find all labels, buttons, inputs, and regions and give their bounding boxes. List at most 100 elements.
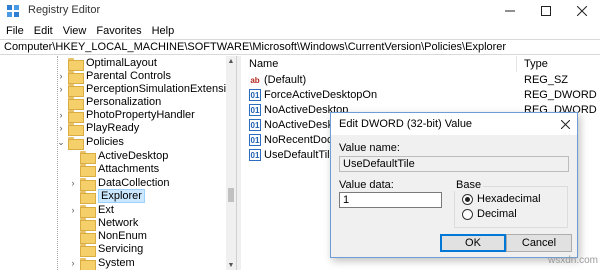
tree-item-policies[interactable]: ⌄ Policies	[57, 135, 124, 150]
tree-item-ext[interactable]: › Ext	[72, 203, 114, 218]
chevron-right-icon[interactable]: ›	[56, 69, 66, 83]
tree-item-activedesktop[interactable]: ActiveDesktop	[80, 149, 169, 164]
radio-unselected-icon[interactable]	[462, 208, 473, 220]
folder-icon	[68, 109, 84, 123]
menu-view[interactable]: View	[58, 25, 92, 37]
tree-item-datacollection[interactable]: › DataCollection	[72, 176, 170, 191]
dword-value-icon: 01	[249, 89, 261, 101]
dword-value-icon: 01	[249, 119, 261, 131]
value-data-label: Value data:	[339, 179, 394, 191]
folder-icon	[68, 136, 84, 150]
tree-scrollbar[interactable]: ▲ ▼	[226, 56, 236, 270]
value-row[interactable]: 01 ForceActiveDesktopOn REG_DWORD	[241, 87, 600, 103]
base-group-label: Base	[454, 179, 484, 191]
tree-item-label: Policies	[86, 136, 124, 148]
chevron-right-icon[interactable]: ›	[68, 176, 78, 190]
tree-item-system[interactable]: › System	[72, 256, 135, 270]
chevron-right-icon[interactable]: ›	[68, 256, 78, 270]
window-title: Registry Editor	[28, 4, 101, 16]
tree-item-label: PerceptionSimulationExtensions	[86, 83, 236, 95]
value-name: (Default)	[264, 74, 307, 86]
cancel-button[interactable]: Cancel	[506, 234, 572, 252]
menu-file[interactable]: File	[0, 25, 29, 37]
chevron-right-icon[interactable]: ›	[56, 82, 66, 96]
folder-icon	[80, 204, 96, 218]
menu-favorites[interactable]: Favorites	[91, 25, 146, 37]
key-tree: OptimalLayout › Parental Controls › Perc…	[0, 56, 236, 270]
tree-item-label: PlayReady	[86, 122, 140, 134]
registry-editor-icon	[7, 5, 19, 17]
folder-icon	[68, 83, 84, 97]
tree-item-nonenum[interactable]: NonEnum	[80, 229, 147, 244]
tree-item-label: NonEnum	[98, 230, 147, 242]
dword-value-icon: 01	[249, 104, 261, 116]
menu-bar: File Edit View Favorites Help	[0, 23, 600, 39]
minimize-button[interactable]	[492, 0, 528, 22]
tree-item-label: Attachments	[98, 163, 160, 175]
tree-item-parental-controls[interactable]: › Parental Controls	[60, 69, 171, 84]
chevron-right-icon[interactable]: ›	[56, 108, 66, 122]
scroll-down-arrow-icon[interactable]: ▼	[226, 260, 236, 270]
value-row[interactable]: ab (Default) REG_SZ	[241, 72, 600, 88]
dword-value-icon: 01	[249, 134, 261, 146]
folder-icon	[68, 57, 84, 71]
tree-item-explorer[interactable]: Explorer	[80, 189, 145, 204]
close-button[interactable]	[564, 0, 600, 22]
tree-item-label: Explorer	[98, 189, 145, 203]
title-bar: Registry Editor	[0, 0, 600, 22]
tree-item-optimallayout[interactable]: OptimalLayout	[68, 56, 157, 71]
menu-edit[interactable]: Edit	[29, 25, 58, 37]
chevron-down-icon[interactable]: ⌄	[56, 135, 66, 149]
value-name: UseDefaultTile	[264, 149, 336, 161]
folder-icon	[80, 243, 96, 257]
folder-icon	[68, 122, 84, 136]
folder-icon	[80, 177, 96, 191]
tree-item-photopropertyhandler[interactable]: › PhotoPropertyHandler	[60, 108, 195, 123]
folder-icon	[80, 217, 96, 231]
watermark: wsxdn.com	[548, 255, 599, 266]
value-type: REG_DWORD	[524, 89, 597, 101]
column-header-name[interactable]: Name	[249, 58, 278, 70]
tree-item-perceptionsimulationextensions[interactable]: › PerceptionSimulationExtensions	[60, 82, 236, 97]
menu-help[interactable]: Help	[147, 25, 180, 37]
tree-item-label: System	[98, 257, 135, 269]
value-type: REG_SZ	[524, 74, 569, 86]
tree-item-label: Parental Controls	[86, 70, 171, 82]
folder-icon	[80, 163, 96, 177]
radio-decimal[interactable]: Decimal	[462, 207, 517, 221]
tree-item-personalization[interactable]: Personalization	[68, 95, 162, 110]
tree-item-label: ActiveDesktop	[98, 150, 169, 162]
column-divider[interactable]	[516, 56, 517, 72]
ok-button[interactable]: OK	[440, 234, 506, 252]
tree-scrollbar-thumb[interactable]	[228, 188, 234, 202]
column-header-type[interactable]: Type	[524, 58, 548, 70]
folder-icon	[80, 230, 96, 244]
values-list-header: Name Type	[241, 56, 600, 72]
chevron-right-icon[interactable]: ›	[68, 203, 78, 217]
tree-item-servicing[interactable]: Servicing	[80, 242, 144, 257]
radio-hexadecimal[interactable]: Hexadecimal	[462, 192, 541, 206]
tree-item-label: Network	[98, 217, 139, 229]
tree-item-label: OptimalLayout	[86, 57, 157, 69]
value-data-input[interactable]: 1	[339, 192, 442, 208]
maximize-button[interactable]	[528, 0, 564, 22]
dialog-close-button[interactable]	[557, 116, 573, 132]
maximize-icon	[541, 6, 551, 16]
minimize-icon	[505, 10, 515, 12]
tree-item-network[interactable]: Network	[80, 216, 139, 231]
radio-selected-icon[interactable]	[462, 193, 473, 205]
string-value-icon: ab	[250, 75, 260, 85]
dialog-title-bar[interactable]: Edit DWORD (32-bit) Value	[331, 113, 577, 135]
tree-item-label: Personalization	[86, 96, 162, 108]
close-icon	[560, 119, 570, 129]
tree-item-label: Servicing	[98, 243, 144, 255]
chevron-right-icon[interactable]: ›	[56, 121, 66, 135]
tree-item-attachments[interactable]: Attachments	[80, 162, 160, 177]
scroll-up-arrow-icon[interactable]: ▲	[226, 56, 236, 66]
hexadecimal-label: Hexadecimal	[477, 193, 541, 205]
tree-item-playready[interactable]: › PlayReady	[60, 121, 140, 136]
folder-icon	[80, 190, 96, 204]
value-name-field: UseDefaultTile	[339, 156, 569, 172]
address-bar[interactable]: Computer\HKEY_LOCAL_MACHINE\SOFTWARE\Mic…	[0, 39, 600, 55]
value-name-label: Value name:	[339, 142, 400, 154]
